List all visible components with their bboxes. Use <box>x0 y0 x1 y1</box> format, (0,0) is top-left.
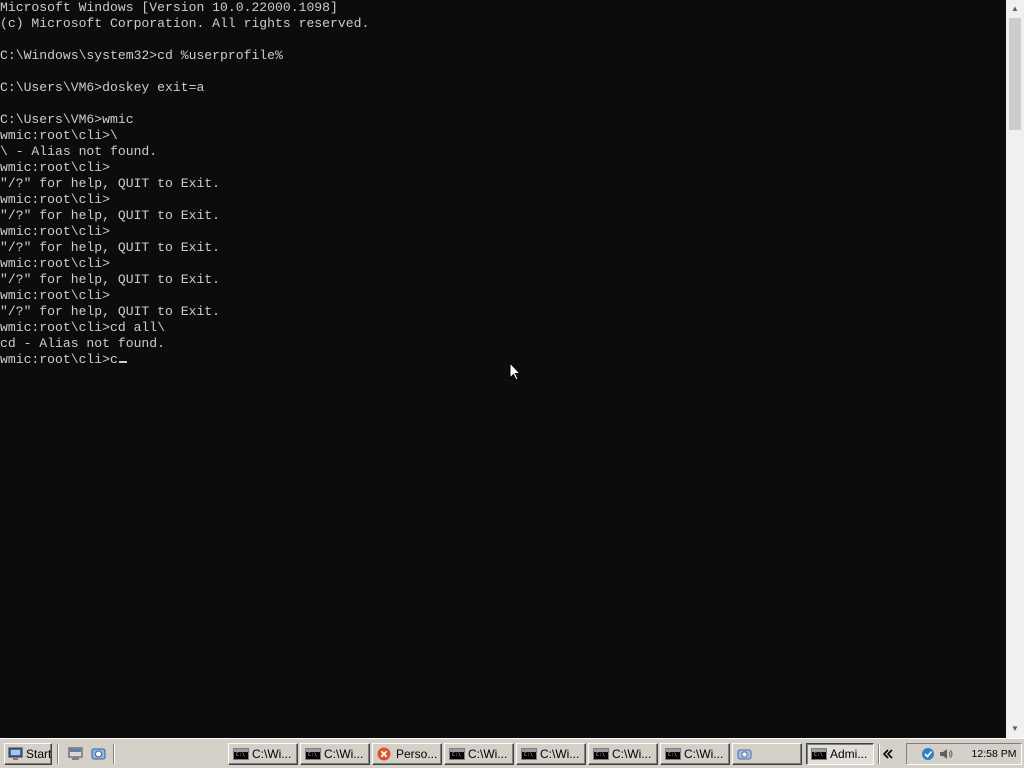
screenshot-icon[interactable] <box>91 747 106 761</box>
cmd-icon: C:\ <box>305 748 321 760</box>
console-line: "/?" for help, QUIT to Exit. <box>0 304 221 319</box>
cmd-icon: C:\ <box>449 748 465 760</box>
console-line: \ - Alias not found. <box>0 144 158 159</box>
cmd-icon: C:\ <box>811 748 827 760</box>
cmd-icon: C:\ <box>665 748 681 760</box>
taskbar-button-cmd-3[interactable]: C:\ C:\Wi... <box>444 743 514 765</box>
console-line: wmic:root\cli> <box>0 192 111 207</box>
scroll-up-arrow-icon[interactable]: ▲ <box>1006 0 1024 18</box>
console-line: wmic:root\cli>c <box>0 352 369 368</box>
network-shield-icon[interactable] <box>921 747 935 761</box>
taskbar-button-camera[interactable] <box>732 743 802 765</box>
console-line: (c) Microsoft Corporation. All rights re… <box>0 16 370 31</box>
console-line: C:\Users\VM6>wmic <box>0 112 134 127</box>
text-cursor <box>118 361 127 363</box>
start-button[interactable]: Start <box>4 743 52 765</box>
console-line: wmic:root\cli> <box>0 224 111 239</box>
console-line: C:\Users\VM6>doskey exit=a <box>0 80 205 95</box>
taskbar-button-perso[interactable]: Perso... <box>372 743 442 765</box>
taskbar-button-cmd-6[interactable]: C:\ C:\Wi... <box>660 743 730 765</box>
cmd-icon: C:\ <box>593 748 609 760</box>
taskbar-separator <box>878 744 880 764</box>
scroll-down-arrow-icon[interactable]: ▼ <box>1006 720 1024 738</box>
console-scrollbar[interactable]: ▲ ▼ <box>1006 0 1024 738</box>
console-line: wmic:root\cli> <box>0 288 111 303</box>
start-label: Start <box>26 747 52 761</box>
camera-icon <box>737 749 752 760</box>
console-window[interactable]: Microsoft Windows [Version 10.0.22000.10… <box>0 0 1006 738</box>
volume-icon[interactable] <box>939 747 953 761</box>
console-line: wmic:root\cli>cd all\ <box>0 320 166 335</box>
system-tray: 12:58 PM <box>882 743 1022 765</box>
mouse-pointer-icon <box>509 362 521 381</box>
show-desktop-icon[interactable] <box>68 747 83 761</box>
taskbar-button-cmd-4[interactable]: C:\ C:\Wi... <box>516 743 586 765</box>
console-line: Microsoft Windows [Version 10.0.22000.10… <box>0 0 338 15</box>
console-line: wmic:root\cli>\ <box>0 128 118 143</box>
taskbar-button-cmd-2[interactable]: C:\ C:\Wi... <box>300 743 370 765</box>
console-line: "/?" for help, QUIT to Exit. <box>0 176 221 191</box>
console-line: "/?" for help, QUIT to Exit. <box>0 240 221 255</box>
taskbar-separator <box>113 744 115 764</box>
close-circle-icon <box>377 747 391 761</box>
console-line: C:\Windows\system32>cd %userprofile% <box>0 48 283 63</box>
scrollbar-thumb[interactable] <box>1009 18 1021 130</box>
taskbar-clock[interactable]: 12:58 PM <box>967 744 1021 764</box>
cmd-icon: C:\ <box>233 748 249 760</box>
taskbar-button-cmd-1[interactable]: C:\ C:\Wi... <box>228 743 298 765</box>
expand-tray-icon[interactable] <box>881 747 895 761</box>
start-computer-icon <box>8 747 23 760</box>
console-line: wmic:root\cli> <box>0 160 111 175</box>
taskbar-button-cmd-5[interactable]: C:\ C:\Wi... <box>588 743 658 765</box>
cmd-icon: C:\ <box>521 748 537 760</box>
taskbar-separator <box>57 744 59 764</box>
console-line: "/?" for help, QUIT to Exit. <box>0 272 221 287</box>
taskbar: Start C:\ C:\Wi... C:\ C:\Wi... Perso...… <box>0 738 1024 768</box>
taskbar-button-admin[interactable]: C:\ Admi... <box>806 743 874 765</box>
console-line: wmic:root\cli> <box>0 256 111 271</box>
console-line: "/?" for help, QUIT to Exit. <box>0 208 221 223</box>
console-output: Microsoft Windows [Version 10.0.22000.10… <box>0 0 369 368</box>
console-line: cd - Alias not found. <box>0 336 166 351</box>
